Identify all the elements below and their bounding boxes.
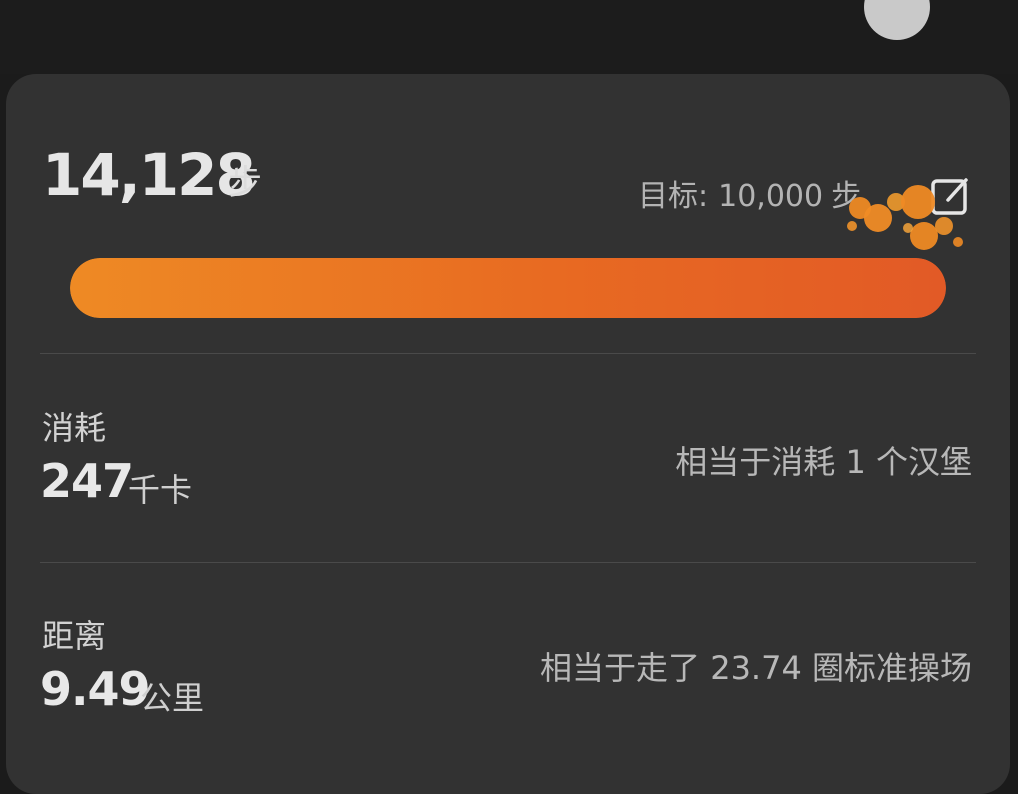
steps-progress-bar — [70, 258, 946, 318]
divider — [40, 562, 976, 563]
steps-unit: 步 — [228, 163, 262, 203]
distance-label: 距离 — [42, 617, 107, 655]
distance-value: 9.49 — [40, 662, 150, 716]
avatar[interactable] — [864, 0, 930, 40]
calories-label: 消耗 — [42, 409, 107, 447]
steps-goal[interactable]: 目标: 10,000 步 — [638, 182, 861, 212]
distance-unit: 公里 — [140, 679, 205, 717]
goal-reached-sparkle-icon — [847, 185, 963, 250]
calories-unit: 千卡 — [128, 471, 193, 509]
steps-progress-fill — [70, 258, 946, 318]
steps-value: 14,128 — [42, 141, 256, 209]
activity-card: 14,128 步 目标: 10,000 步 消耗 247 千卡 相当于消耗 1 个汉… — [6, 74, 1010, 794]
top-bar — [0, 0, 1018, 74]
divider — [40, 353, 976, 354]
goal-label: 目标: — [638, 179, 709, 214]
calories-value: 247 — [40, 454, 134, 508]
distance-equivalent: 相当于走了 23.74 圈标准操场 — [540, 649, 972, 687]
calories-equivalent: 相当于消耗 1 个汉堡 — [675, 443, 972, 481]
goal-value: 10,000 — [718, 179, 824, 214]
